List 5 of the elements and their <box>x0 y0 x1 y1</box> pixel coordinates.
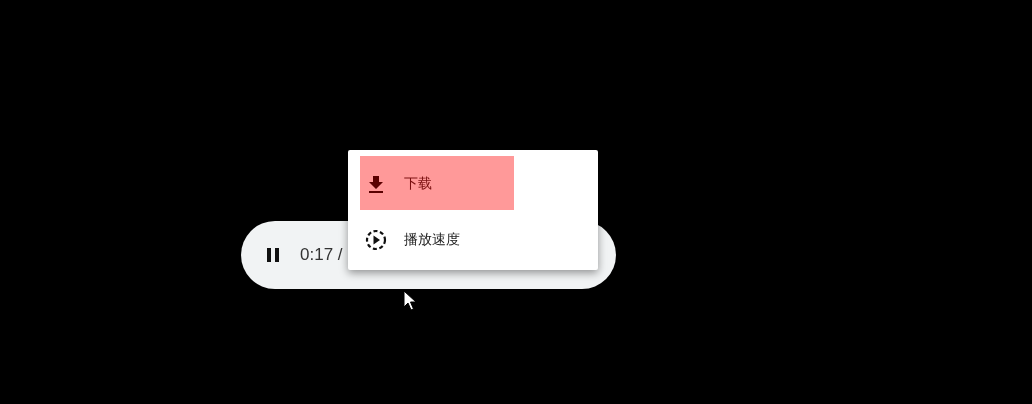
pause-icon <box>267 248 279 262</box>
playback-speed-icon <box>365 229 387 251</box>
menu-item[interactable]: 播放速度 <box>348 212 598 268</box>
mouse-cursor-icon <box>403 290 417 312</box>
time-display: 0:17 / <box>300 245 343 265</box>
